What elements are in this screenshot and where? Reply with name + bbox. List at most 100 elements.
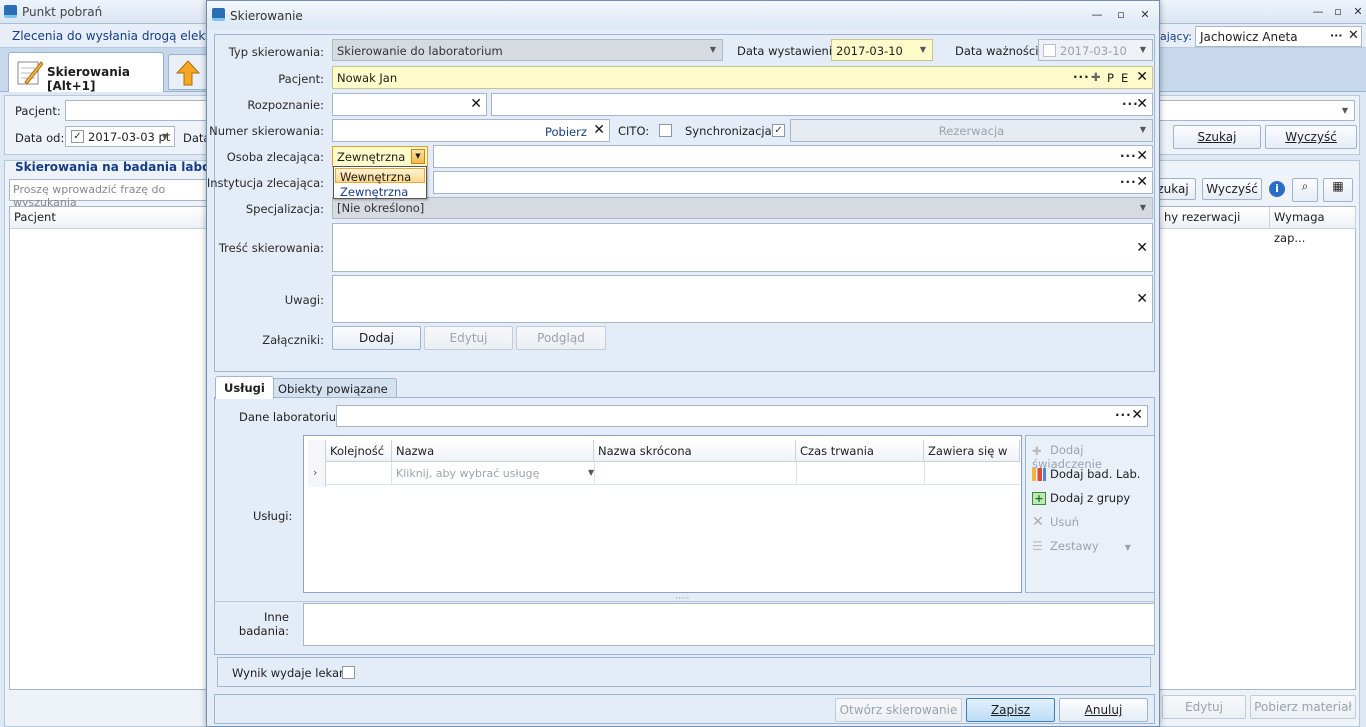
chevron-down-icon[interactable]: ▼ [411,149,425,164]
close-icon[interactable]: ✕ [1137,7,1153,23]
new-row-hint[interactable]: Kliknij, aby wybrać usługę [396,467,539,480]
rozpoznanie-code-input[interactable]: ✕ [332,93,487,116]
p-button[interactable]: P [1107,71,1114,85]
synchronizacja-checkbox[interactable] [772,124,785,137]
uslugi-grid: › Kolejność Nazwa Nazwa skrócona Czas tr… [303,435,1022,593]
column-header[interactable]: Czas trwania [796,440,924,462]
chevron-down-icon: ▼ [1139,203,1146,212]
maximize-icon[interactable]: ▫ [1113,7,1129,23]
rezerwacja-select[interactable]: Rezerwacja ▼ [790,119,1153,142]
clear-icon[interactable]: ✕ [1136,174,1148,190]
uwagi-textarea[interactable]: ✕ [332,275,1153,323]
anuluj-button[interactable]: Anuluj [1059,698,1148,722]
uslugi-panel: Dane laboratorium: ··· ✕ Usługi: › Kolej… [214,397,1155,655]
tab-skierowania[interactable]: Skierowania [Alt+1] [8,52,164,93]
edytuj-bg-button[interactable]: Edytuj [1162,695,1246,719]
chevron-down-icon: ▼ [1341,106,1348,115]
column-header[interactable]: hy rezerwacji [1160,207,1270,229]
wyczysc-button[interactable]: Wyczyść [1265,125,1357,149]
table-row[interactable]: Kliknij, aby wybrać usługę ▼ [326,462,1020,485]
data-waznosci-input[interactable]: 2017-03-10 ▼ [1038,39,1153,61]
dots-icon[interactable]: ··· [1120,149,1137,163]
chevron-right-icon: › [313,466,318,479]
option-wewnetrzna[interactable]: Wewnętrzna [335,168,425,184]
add-icon[interactable]: ✚ [1091,70,1101,84]
pacjent-input[interactable]: Nowak Jan ··· ✚ P E ✕ [332,66,1153,89]
data-od-input[interactable]: 2017-03-03 pt ▼ [65,126,175,147]
osoba-zlecajaca-select[interactable]: Zewnętrzna ▼ [332,146,428,167]
close-icon[interactable]: ✕ [1350,4,1366,20]
dodaj-z-grupy-button[interactable]: + Dodaj z grupy [1032,491,1130,505]
specjalizacja-select[interactable]: [Nie określono] ▼ [332,197,1153,219]
search-view-icon[interactable]: ⌕ [1292,178,1318,202]
pobierz-material-button[interactable]: Pobierz materiał [1250,695,1356,719]
clear-icon[interactable]: ✕ [1131,407,1143,423]
delete-icon: ✕ [1032,514,1044,530]
minimize-icon[interactable]: — [1089,7,1105,23]
dots-icon[interactable]: ··· [1330,29,1343,42]
e-button[interactable]: E [1121,71,1128,85]
dialog-title-bar: Skierowanie — ▫ ✕ [207,1,1159,29]
form-panel: Typ skierowania: Skierowanie do laborato… [207,34,1155,372]
tab-obiekty[interactable]: Obiekty powiązane [269,378,397,398]
chevron-down-icon: ▼ [1124,543,1131,552]
tab-uslugi[interactable]: Usługi [215,376,274,399]
cito-checkbox[interactable] [659,124,672,137]
pencil-icon [17,61,43,85]
clear-icon[interactable]: ✕ [1136,291,1148,307]
uslugi-actions: ✚ Dodaj świadczenie Dodaj bad. Lab. + Doda… [1025,435,1155,593]
osoba-name-input[interactable]: ··· ✕ [433,145,1153,168]
dialog-buttons: Otwórz skierowanie Zapisz Anuluj [214,694,1155,724]
clear-icon[interactable]: ✕ [1136,96,1148,112]
close-icon[interactable]: ✕ [1348,28,1359,43]
wyczysc-list-button[interactable]: Wyczyść [1202,178,1262,200]
usun-button[interactable]: ✕ Usuń [1032,515,1079,529]
column-header[interactable]: Wymaga zap... [1270,207,1356,245]
app-icon [4,5,17,18]
column-header[interactable]: Kolejność [326,440,392,462]
clear-icon[interactable]: ✕ [470,96,482,112]
info-icon[interactable]: i [1269,181,1285,197]
option-zewnetrzna[interactable]: Zewnętrzna [335,184,425,199]
data-od-checkbox[interactable] [71,130,84,143]
numer-skierowania-input[interactable]: Pobierz ✕ [332,119,610,142]
clear-icon[interactable]: ✕ [1136,240,1148,256]
clear-icon[interactable]: ✕ [593,122,605,138]
edytuj-zalacznik-button[interactable]: Edytuj [424,326,513,350]
row-indicator: › [308,440,326,487]
zestawy-button[interactable]: ☰ Zestawy ▼ [1032,539,1131,553]
tresc-textarea[interactable]: ✕ [332,223,1153,272]
inne-badania-textarea[interactable] [303,603,1155,646]
dane-laboratorium-input[interactable]: ··· ✕ [336,405,1148,427]
dodaj-zalacznik-button[interactable]: Dodaj [332,326,421,350]
minimize-icon[interactable]: — [1310,4,1326,20]
szukaj-button[interactable]: Szukaj [1173,125,1261,149]
zapisz-button[interactable]: Zapisz [966,698,1055,722]
dots-icon[interactable]: ··· [1120,175,1137,189]
user-select[interactable]: Jachowicz Aneta ··· ✕ [1195,26,1362,47]
data-wystawienia-input[interactable]: 2017-03-10 ▼ [831,39,933,61]
clear-icon[interactable]: ✕ [1136,148,1148,164]
column-header[interactable]: Nazwa [392,440,594,462]
pobierz-link[interactable]: Pobierz [545,125,587,139]
column-header[interactable]: Nazwa skrócona [594,440,796,462]
dots-icon[interactable]: ··· [1073,70,1090,84]
chevron-down-icon: ▼ [1139,45,1146,54]
zlecenia-link[interactable]: Zlecenia do wysłania drogą elektroni [12,29,233,43]
rozpoznanie-desc-input[interactable]: ··· ✕ [491,93,1153,116]
typ-skierowania-select[interactable]: Skierowanie do laboratorium ▼ [332,39,723,61]
grid-view-icon[interactable]: ▦ [1323,178,1353,202]
wynik-panel: Wynik wydaje lekarz: [217,657,1151,687]
otworz-skierowanie-button[interactable]: Otwórz skierowanie [835,698,962,722]
test-tubes-icon [1032,468,1046,481]
wynik-lekarz-checkbox[interactable] [342,666,355,679]
dodaj-bad-lab-button[interactable]: Dodaj bad. Lab. [1032,467,1140,481]
dots-icon[interactable]: ··· [1115,408,1132,422]
data-waznosci-checkbox[interactable] [1043,44,1056,57]
column-header[interactable]: Zawiera się w [924,440,1020,462]
list-icon: ☰ [1032,539,1043,553]
maximize-icon[interactable]: ▫ [1330,4,1346,20]
instytucja-input[interactable]: ··· ✕ [433,171,1153,194]
podglad-zalacznik-button[interactable]: Podgląd [516,326,606,350]
clear-icon[interactable]: ✕ [1136,69,1148,85]
